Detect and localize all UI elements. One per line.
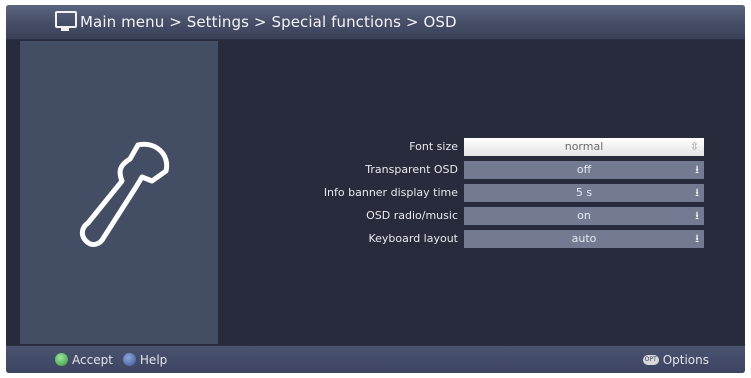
setting-row-transparent-osd[interactable]: Transparent OSD off ⭳ [254, 159, 704, 180]
help-label[interactable]: Help [140, 353, 167, 367]
setting-value: 5 s [575, 185, 593, 199]
wrench-icon [79, 141, 170, 247]
setting-row-keyboard-layout[interactable]: Keyboard layout auto ⭳ [254, 228, 704, 249]
options-label[interactable]: Options [663, 353, 709, 367]
font-size-selector[interactable]: normal ⇳ [464, 137, 704, 156]
accept-label[interactable]: Accept [72, 353, 113, 367]
setting-row-font-size[interactable]: Font size normal ⇳ [254, 136, 704, 157]
setting-value: normal [564, 139, 604, 153]
setting-value: off [576, 162, 592, 176]
tv-icon [54, 10, 78, 34]
setting-row-info-banner-time[interactable]: Info banner display time 5 s ⭳ [254, 182, 704, 203]
setting-label: Keyboard layout [368, 232, 458, 245]
setting-label: Info banner display time [323, 186, 458, 199]
breadcrumb: Main menu > Settings > Special functions… [80, 13, 457, 31]
settings-list: Font size normal ⇳ Transparent OSD off ⭳… [254, 136, 704, 251]
blue-key-icon[interactable] [122, 353, 136, 366]
setting-row-osd-radio-music[interactable]: OSD radio/music on ⭳ [254, 205, 704, 226]
setting-value: on [577, 208, 591, 222]
info-banner-time-selector[interactable]: 5 s ⭳ [464, 183, 704, 202]
side-panel [20, 41, 218, 344]
osd-settings-screen: Main menu > Settings > Special functions… [6, 5, 745, 373]
green-key-icon[interactable] [55, 353, 68, 366]
setting-value: auto [571, 231, 597, 245]
transparent-osd-selector[interactable]: off ⭳ [464, 160, 704, 179]
footer-bar: Accept Help OPT Options [6, 345, 745, 373]
up-down-arrow-icon: ⇳ [689, 139, 699, 153]
setting-label: OSD radio/music [366, 209, 458, 222]
keyboard-layout-selector[interactable]: auto ⭳ [464, 229, 704, 248]
down-arrow-icon: ⭳ [695, 162, 699, 176]
setting-label: Font size [409, 140, 458, 153]
title-bar: Main menu > Settings > Special functions… [6, 5, 745, 40]
setting-label: Transparent OSD [365, 163, 458, 176]
options-key-icon[interactable]: OPT [642, 354, 659, 365]
down-arrow-icon: ⭳ [695, 208, 699, 222]
down-arrow-icon: ⭳ [695, 231, 699, 245]
down-arrow-icon: ⭳ [695, 185, 699, 199]
osd-radio-music-selector[interactable]: on ⭳ [464, 206, 704, 225]
